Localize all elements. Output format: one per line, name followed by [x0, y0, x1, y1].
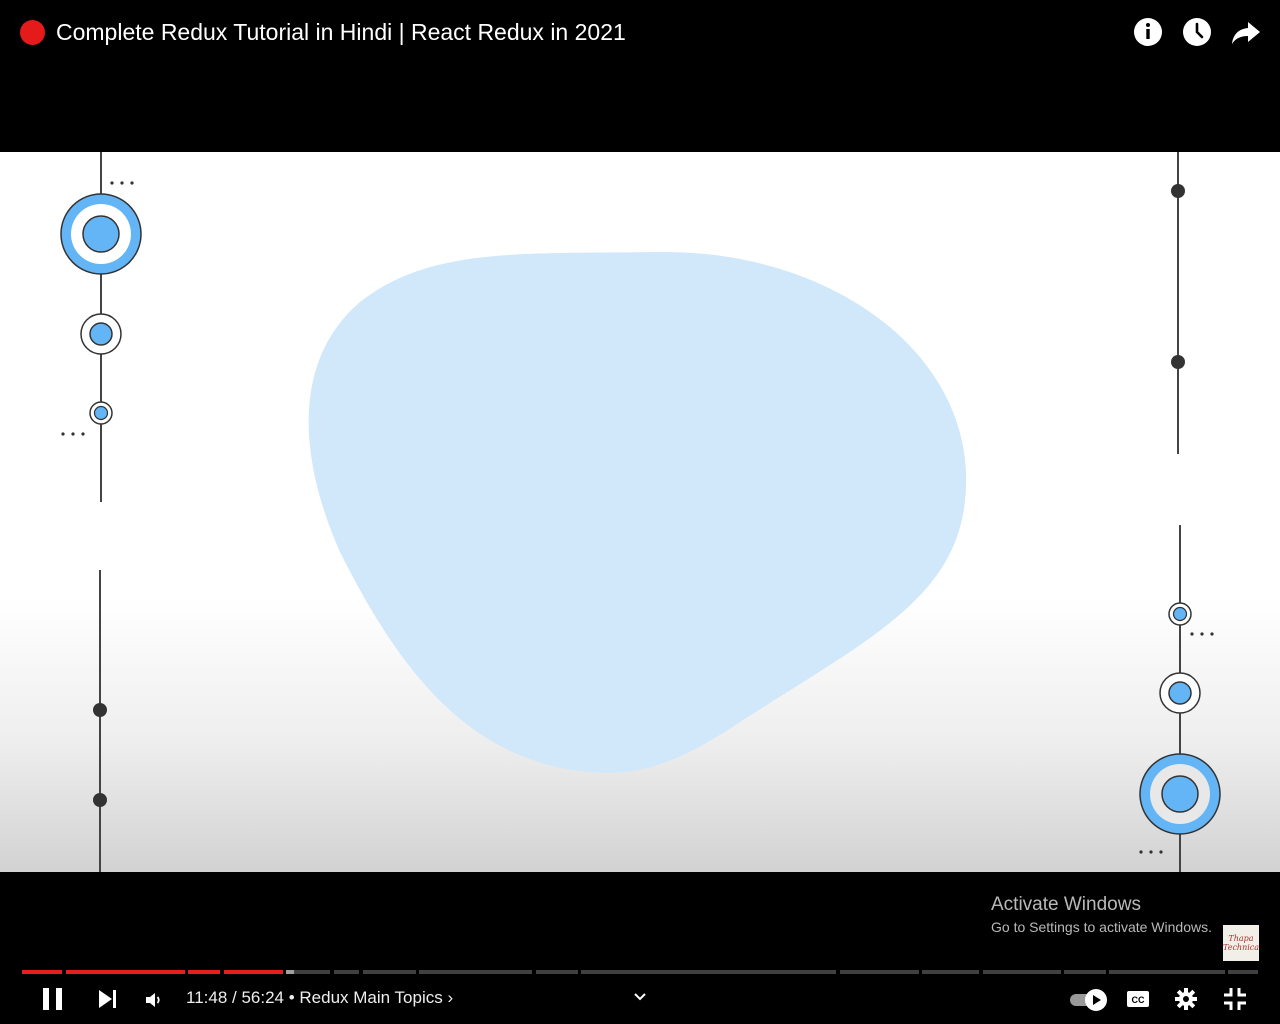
- progress-bar[interactable]: [22, 970, 1258, 974]
- autoplay-toggle[interactable]: [1068, 988, 1110, 1012]
- chapter-segment[interactable]: [922, 970, 979, 974]
- played-segment: [66, 970, 185, 974]
- chapter-segment[interactable]: [1064, 970, 1106, 974]
- played-segment: [22, 970, 62, 974]
- blob-shape: [308, 251, 967, 773]
- watch-later-icon[interactable]: [1181, 16, 1213, 48]
- channel-dot-icon: [20, 20, 45, 45]
- activate-windows-subtitle: Go to Settings to activate Windows.: [991, 919, 1212, 935]
- chapter-arrow-icon[interactable]: ›: [447, 988, 453, 1007]
- chapter-segment[interactable]: [334, 970, 359, 974]
- chapter-bullet: •: [284, 988, 300, 1007]
- chapter-segment[interactable]: [363, 970, 416, 974]
- channel-watermark[interactable]: Thapa Technical: [1223, 925, 1259, 961]
- chapter-segment[interactable]: [536, 970, 578, 974]
- chapter-segment[interactable]: [1228, 970, 1258, 974]
- chevron-down-icon[interactable]: [632, 991, 648, 1003]
- chapter-segment[interactable]: [1109, 970, 1225, 974]
- duration: 56:24: [241, 988, 284, 1007]
- current-time: 11:48: [186, 988, 228, 1007]
- chapter-segment[interactable]: [419, 970, 532, 974]
- chapter-segment[interactable]: [581, 970, 836, 974]
- video-illustration: [60, 152, 1221, 872]
- video-frame[interactable]: [0, 152, 1280, 872]
- settings-gear-icon[interactable]: [1174, 987, 1198, 1011]
- volume-icon[interactable]: [144, 990, 164, 1010]
- chapter-segment[interactable]: [983, 970, 1061, 974]
- time-separator: /: [227, 988, 242, 1007]
- chapter-title-button[interactable]: Redux Main Topics: [299, 988, 442, 1007]
- played-segment: [188, 970, 220, 974]
- chapter-segment[interactable]: [840, 970, 919, 974]
- info-icon[interactable]: [1132, 16, 1164, 48]
- next-video-icon[interactable]: [97, 988, 119, 1010]
- video-title-bar: Complete Redux Tutorial in Hindi | React…: [0, 0, 1280, 152]
- share-icon[interactable]: [1230, 16, 1262, 48]
- played-segment: [224, 970, 283, 974]
- video-title[interactable]: Complete Redux Tutorial in Hindi | React…: [56, 16, 626, 48]
- captions-icon[interactable]: CC: [1125, 988, 1151, 1010]
- exit-fullscreen-icon[interactable]: [1223, 987, 1247, 1011]
- buffered-range: [286, 970, 294, 974]
- activate-windows-title: Activate Windows: [991, 894, 1141, 915]
- svg-text:CC: CC: [1132, 995, 1145, 1005]
- pause-icon[interactable]: [40, 986, 66, 1012]
- time-display: 11:48 / 56:24 • Redux Main Topics ›: [186, 987, 453, 1009]
- activate-windows-notice: Activate Windows Go to Settings to activ…: [991, 893, 1212, 937]
